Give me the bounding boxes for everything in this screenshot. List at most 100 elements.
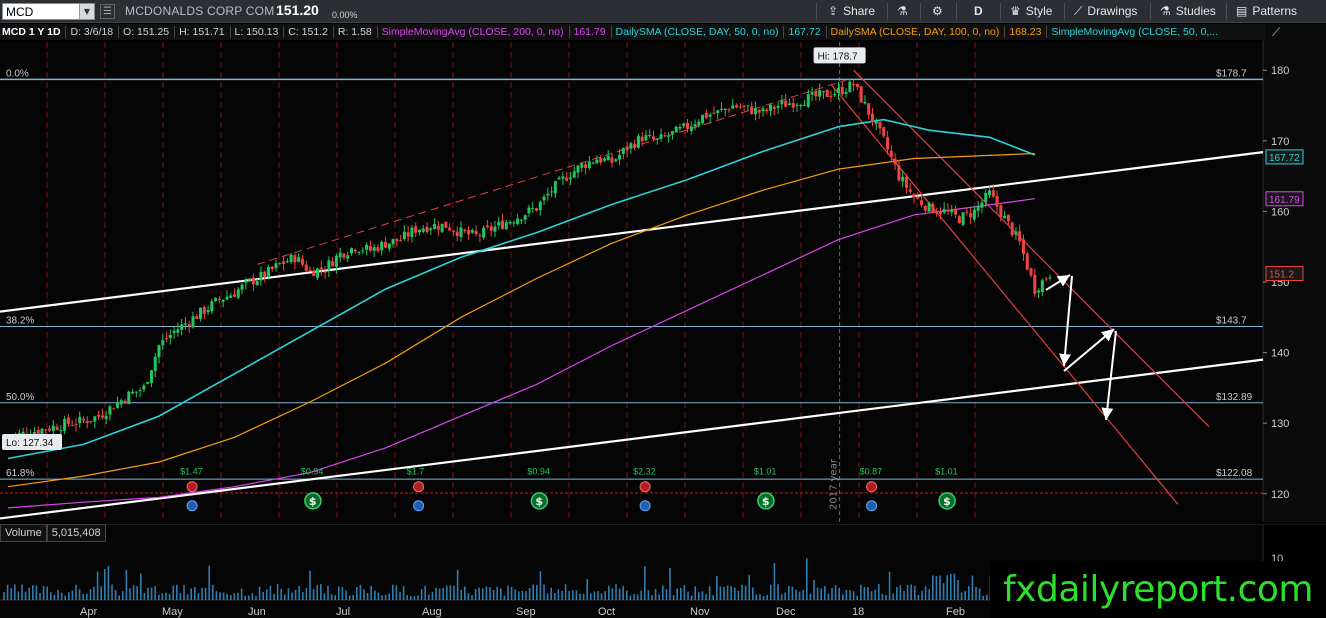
candle-body	[165, 338, 169, 340]
timeframe-button[interactable]: D	[974, 2, 983, 21]
earnings-red-icon	[866, 481, 878, 493]
study-legend: MCD 1 Y 1D D: 3/6/18 O: 151.25 H: 151.71…	[0, 24, 1265, 40]
candle-body	[36, 429, 40, 434]
patterns-button[interactable]: ▤ Patterns	[1236, 2, 1297, 21]
candle-body	[319, 267, 323, 270]
candle-body	[59, 430, 63, 432]
candle-body	[300, 258, 304, 265]
candle-body	[206, 309, 210, 313]
candle-body	[221, 299, 225, 302]
candle-body	[278, 263, 282, 265]
price-tick-label: 120	[1271, 489, 1289, 501]
volume-value: 5,015,408	[46, 524, 106, 542]
price-chart[interactable]: 2017 year 0.0% 38.2% 50.0% 61.8% $178.7 $143.…	[0, 24, 1326, 522]
share-button[interactable]: ⇪ Share	[828, 2, 875, 21]
candle-body	[965, 211, 969, 213]
share-icon: ⇪	[828, 4, 839, 18]
candle-body	[229, 295, 233, 298]
candle-body	[931, 203, 935, 214]
candle-body	[538, 201, 542, 211]
symbol-settings-icon[interactable]: ☰	[100, 4, 115, 19]
candle-body	[542, 196, 546, 201]
candle-body	[353, 249, 357, 252]
candle-body	[859, 86, 863, 103]
candle-body	[565, 177, 569, 181]
candle-body	[633, 143, 637, 148]
price-tick-label: 140	[1271, 348, 1289, 360]
toolbar-divider	[920, 3, 921, 20]
candle-body	[93, 416, 97, 422]
candle-body	[806, 94, 810, 107]
candle-body	[459, 227, 463, 237]
candle-body	[338, 252, 342, 258]
price-tick-label: 170	[1271, 136, 1289, 148]
symbol-input[interactable]	[3, 4, 79, 19]
range-value: R: 1.58	[332, 26, 372, 38]
price-tick-label: 130	[1271, 418, 1289, 430]
sma200-label[interactable]: SimpleMovingAvg (CLOSE, 200, 0, no)	[376, 26, 564, 38]
candle-body	[663, 135, 667, 137]
candle-body	[131, 391, 135, 394]
candle-body	[316, 268, 320, 278]
studies-button[interactable]: ⚗ Studies	[1160, 2, 1216, 21]
candle-body	[172, 330, 176, 333]
symbol-selector[interactable]: ▼	[2, 3, 95, 20]
candle-body	[984, 192, 988, 203]
candle-body	[991, 190, 995, 197]
candle-body	[391, 238, 395, 245]
dollar-icon: $	[943, 495, 951, 508]
high-value: H: 151.71	[174, 26, 225, 38]
candle-body	[512, 222, 516, 224]
candle-body	[104, 416, 108, 420]
candle-body	[350, 248, 354, 254]
chevron-down-icon[interactable]: ▼	[79, 4, 94, 19]
settings-button[interactable]: ⚙	[932, 2, 948, 21]
candle-body	[1040, 280, 1044, 293]
sma100-label[interactable]: DailySMA (CLOSE, DAY, 100, 0, no)	[825, 26, 1000, 38]
candle-body	[689, 126, 693, 132]
sma50-label[interactable]: DailySMA (CLOSE, DAY, 50, 0, no)	[610, 26, 779, 38]
candle-body	[527, 207, 531, 214]
time-axis-label: Jul	[336, 606, 350, 618]
dividend-label: $1.47	[180, 467, 203, 477]
candle-body	[97, 414, 101, 417]
style-button[interactable]: ♛ Style	[1010, 2, 1052, 21]
candle-body	[289, 254, 293, 263]
toolbar-divider	[887, 3, 888, 20]
candle-body	[78, 416, 82, 424]
candle-body	[780, 100, 784, 105]
candle-body	[308, 270, 312, 272]
candle-body	[882, 127, 886, 137]
flask-button[interactable]: ⚗	[897, 2, 913, 21]
candle-body	[791, 103, 795, 108]
candle-body	[927, 202, 931, 212]
candle-body	[82, 418, 85, 421]
candle-body	[746, 105, 750, 107]
candle-body	[561, 176, 565, 179]
candle-body	[591, 162, 595, 164]
candle-body	[89, 421, 93, 423]
price-tick-label: 180	[1271, 65, 1289, 77]
candle-body	[833, 93, 837, 96]
candle-body	[810, 92, 814, 95]
candle-body	[923, 205, 927, 211]
candle-body	[716, 110, 720, 113]
candle-body	[55, 426, 59, 430]
drawings-button[interactable]: ⟋ Drawings	[1074, 2, 1137, 21]
dollar-icon: $	[535, 495, 543, 508]
earnings-red-icon	[639, 481, 651, 493]
candle-body	[1033, 274, 1037, 294]
sma50b-label[interactable]: SimpleMovingAvg (CLOSE, 50, 0,...	[1046, 26, 1219, 38]
candle-body	[199, 307, 203, 319]
price-badge-label: 161.79	[1269, 195, 1300, 206]
candle-body	[697, 121, 701, 126]
candle-body	[444, 221, 448, 228]
toolbar-divider	[1226, 3, 1227, 20]
dividend-label: $1.01	[935, 467, 958, 477]
candle-body	[840, 86, 844, 95]
candle-body	[972, 209, 976, 220]
candle-body	[863, 101, 867, 104]
toolbar: ▼ ☰ MCDONALDS CORP COM 151.20 0.00% ⇪ Sha…	[0, 0, 1326, 23]
candle-body	[719, 108, 723, 110]
candle-body	[727, 109, 731, 111]
